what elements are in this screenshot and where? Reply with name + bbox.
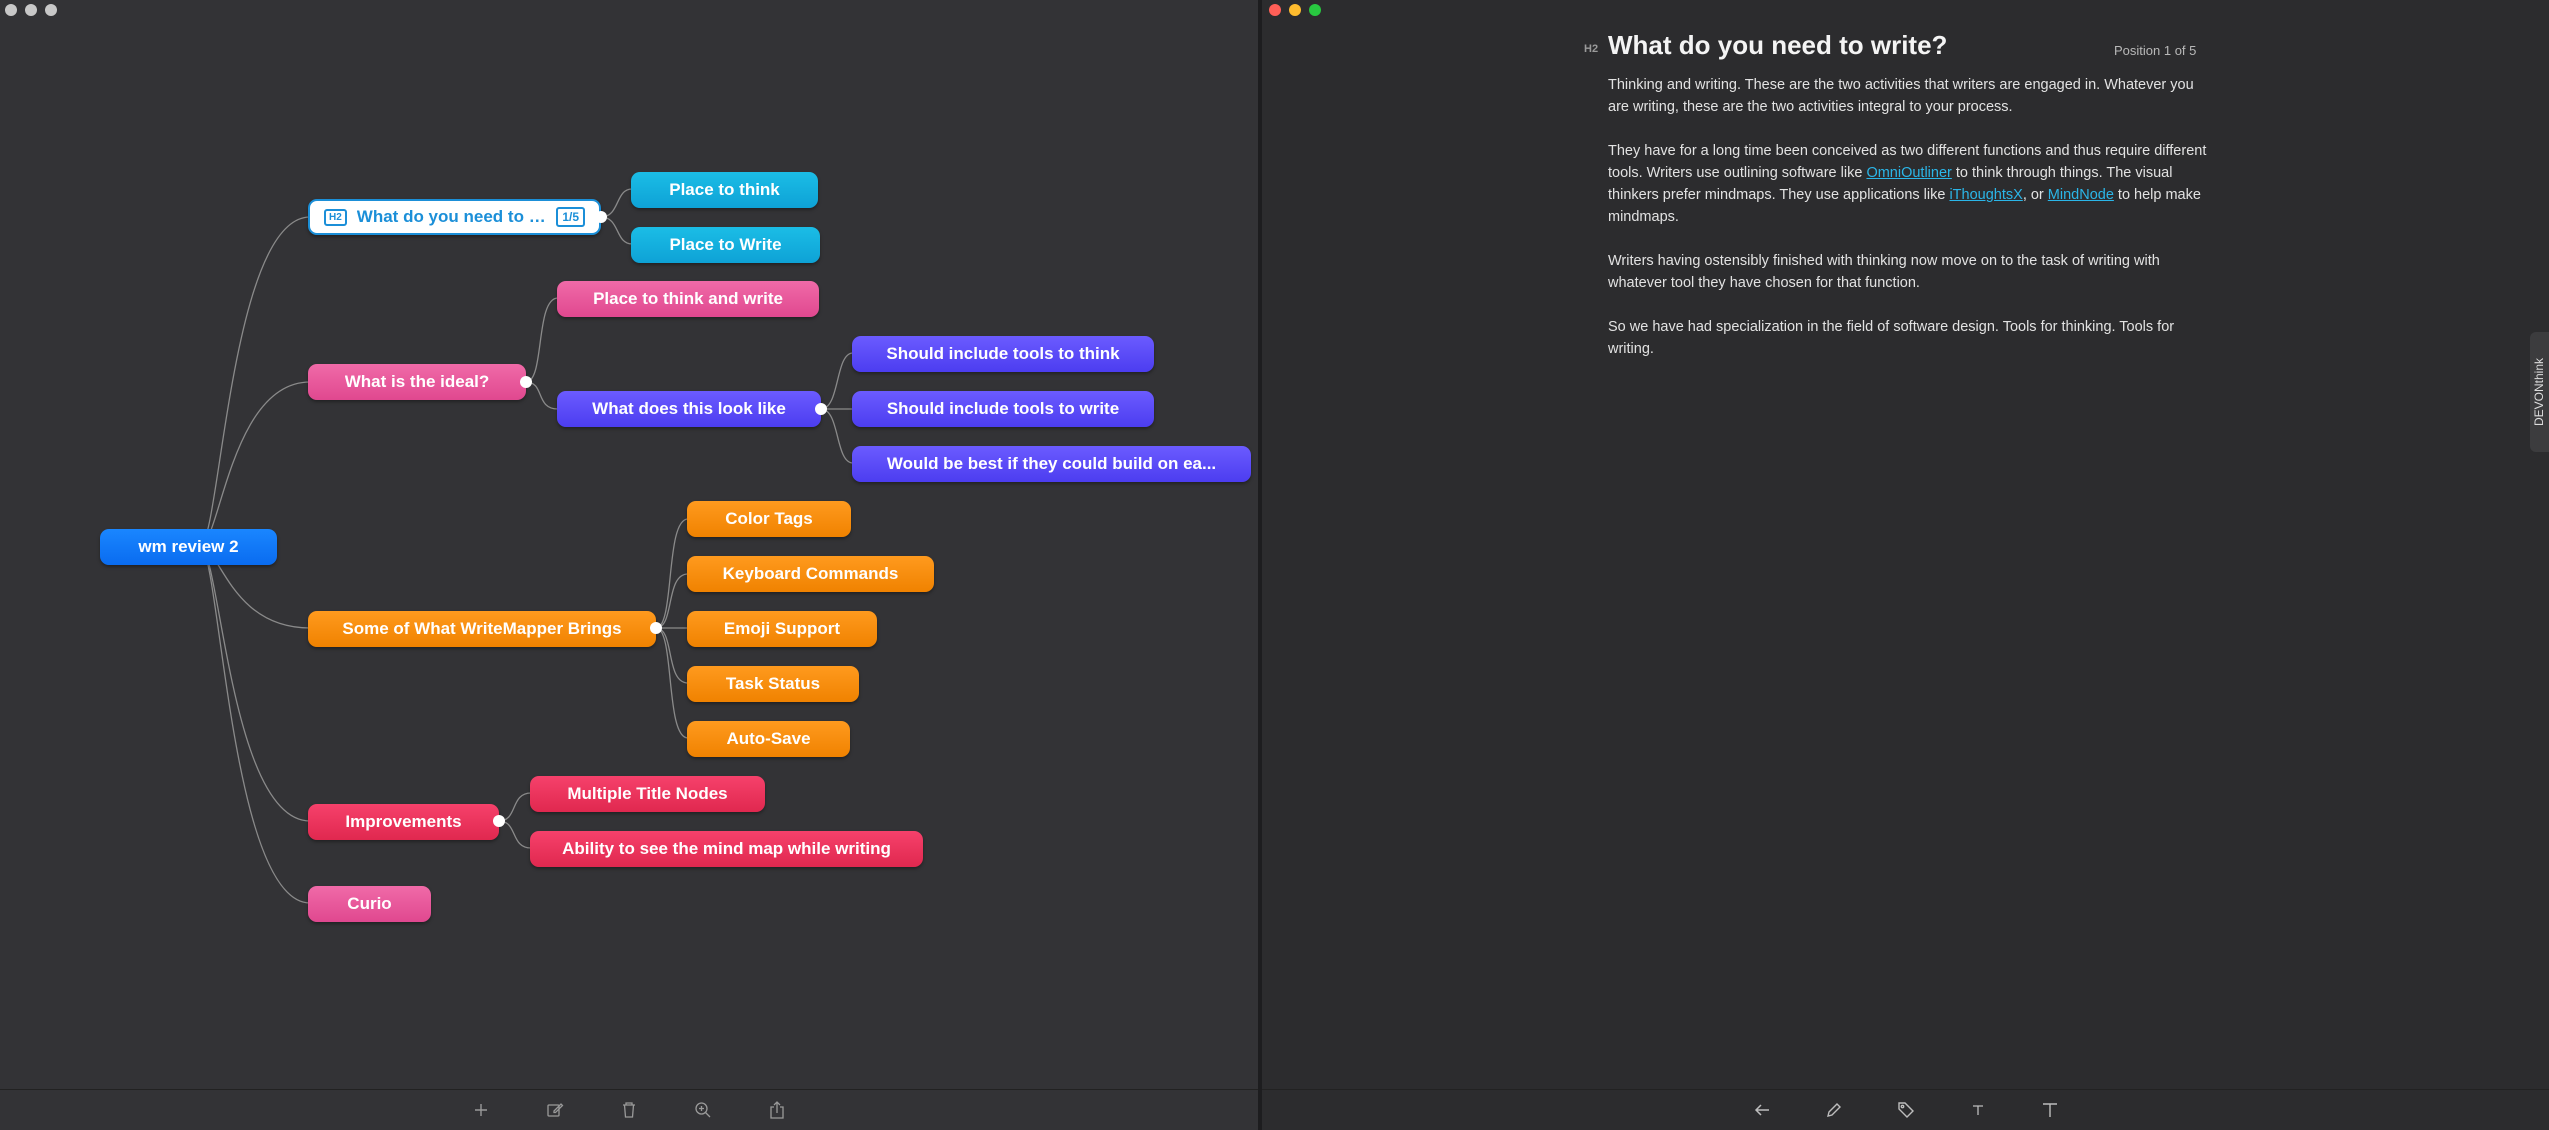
connector-ideal-thinkwrite: [525, 297, 559, 383]
node-auto-save[interactable]: Auto-Save: [687, 721, 850, 757]
devonthink-side-tab[interactable]: DEVONthink: [2530, 332, 2549, 452]
node-see-map[interactable]: Ability to see the mind map while writin…: [530, 831, 923, 867]
mindnode-link[interactable]: MindNode: [2048, 187, 2114, 203]
mindmap-window: wm review 2 H2 What do you need to write…: [0, 0, 1258, 1130]
node-label: Place to think and write: [593, 289, 783, 308]
node-label: Place to Write: [669, 235, 782, 254]
node-label: Improvements: [345, 812, 462, 831]
node-label: Would be best if they could build on ea.…: [886, 454, 1217, 473]
node-what-look-like[interactable]: What does this look like: [557, 391, 821, 427]
text-large-icon[interactable]: [2039, 1099, 2061, 1121]
editor-toolbar: [1262, 1089, 2549, 1130]
node-curio[interactable]: Curio: [308, 886, 431, 922]
collapse-knob[interactable]: [650, 622, 662, 634]
share-icon[interactable]: [766, 1099, 788, 1121]
edit-icon[interactable]: [544, 1099, 566, 1121]
heading-level-badge: H2: [1584, 43, 1599, 55]
root-node[interactable]: wm review 2: [100, 529, 277, 565]
connector-root-ideal: [199, 381, 311, 547]
zoom-icon[interactable]: [692, 1099, 714, 1121]
collapse-knob[interactable]: [493, 815, 505, 827]
editor-document[interactable]: What do you need to write? Thinking and …: [1608, 30, 2208, 382]
collapse-knob[interactable]: [595, 211, 607, 223]
node-tools-think[interactable]: Should include tools to think: [852, 336, 1154, 372]
connector-look-build: [820, 408, 854, 464]
paragraph-2-text: , or: [2022, 187, 2048, 203]
tag-icon[interactable]: [1895, 1099, 1917, 1121]
connector-brings-task: [655, 627, 689, 684]
node-label: Should include tools to think: [886, 344, 1120, 363]
connector-brings-autosave: [655, 627, 689, 739]
node-place-to-think[interactable]: Place to think: [631, 172, 818, 208]
connector-brings-color: [655, 518, 689, 629]
omnioutliner-link[interactable]: OmniOutliner: [1866, 165, 1951, 181]
mindmap-toolbar: [0, 1089, 1258, 1130]
node-emoji-support[interactable]: Emoji Support: [687, 611, 877, 647]
node-tools-write[interactable]: Should include tools to write: [852, 391, 1154, 427]
connector-ideal-looklike: [525, 381, 559, 410]
node-task-status[interactable]: Task Status: [687, 666, 859, 702]
pencil-icon[interactable]: [1823, 1099, 1845, 1121]
node-label: What does this look like: [592, 399, 786, 418]
node-keyboard-commands[interactable]: Keyboard Commands: [687, 556, 934, 592]
collapse-knob[interactable]: [815, 403, 827, 415]
back-arrow-icon[interactable]: [1751, 1099, 1773, 1121]
node-label: Auto-Save: [726, 729, 811, 748]
window-controls-right[interactable]: [1269, 4, 1321, 16]
paragraph-3[interactable]: Writers having ostensibly finished with …: [1608, 250, 2208, 294]
devonthink-tab-label: DEVONthink: [2532, 357, 2547, 427]
node-label: Ability to see the mind map while writin…: [562, 839, 891, 858]
connector-look-think: [820, 352, 854, 410]
close-button[interactable]: [1269, 4, 1281, 16]
node-label: Keyboard Commands: [722, 564, 899, 583]
selected-node-label: What do you need to write?: [356, 207, 547, 226]
document-title[interactable]: What do you need to write?: [1608, 30, 2208, 60]
zoom-button[interactable]: [1309, 4, 1321, 16]
collapse-knob[interactable]: [520, 376, 532, 388]
root-node-label: wm review 2: [138, 537, 239, 556]
connector-root-improve: [199, 545, 311, 822]
node-label: Task Status: [725, 674, 821, 693]
node-color-tags[interactable]: Color Tags: [687, 501, 851, 537]
node-label: Should include tools to write: [886, 399, 1120, 418]
plus-icon[interactable]: [470, 1099, 492, 1121]
position-badge: 1/5: [556, 207, 585, 227]
node-place-to-write[interactable]: Place to Write: [631, 227, 820, 263]
connector-write-write: [600, 216, 633, 245]
node-label: Place to think: [669, 180, 780, 199]
node-label: Multiple Title Nodes: [567, 784, 728, 803]
node-what-is-ideal[interactable]: What is the ideal?: [308, 364, 526, 400]
paragraph-1[interactable]: Thinking and writing. These are the two …: [1608, 74, 2208, 118]
ithoughtsx-link[interactable]: iThoughtsX: [1949, 187, 2022, 203]
node-place-think-write[interactable]: Place to think and write: [557, 281, 819, 317]
connector-improve-see: [498, 820, 532, 849]
node-label: Color Tags: [725, 509, 813, 528]
paragraph-2[interactable]: They have for a long time been conceived…: [1608, 140, 2208, 228]
trash-icon[interactable]: [618, 1099, 640, 1121]
connector-root-write: [199, 216, 311, 547]
node-label: Some of What WriteMapper Brings: [342, 619, 622, 638]
node-label: What is the ideal?: [344, 372, 490, 391]
selected-node-what-to-write[interactable]: H2 What do you need to write? 1/5: [308, 199, 601, 235]
connector-brings-keyboard: [655, 573, 689, 629]
paragraph-4[interactable]: So we have had specialization in the fie…: [1608, 316, 2208, 360]
node-label: Emoji Support: [723, 619, 841, 638]
minimize-button[interactable]: [1289, 4, 1301, 16]
text-small-icon[interactable]: [1967, 1099, 1989, 1121]
node-build-on[interactable]: Would be best if they could build on ea.…: [852, 446, 1251, 482]
heading-badge: H2: [324, 208, 347, 226]
node-label: Curio: [347, 894, 392, 913]
node-writemapper-brings[interactable]: Some of What WriteMapper Brings: [308, 611, 656, 647]
node-multiple-title[interactable]: Multiple Title Nodes: [530, 776, 765, 812]
node-improvements[interactable]: Improvements: [308, 804, 499, 840]
